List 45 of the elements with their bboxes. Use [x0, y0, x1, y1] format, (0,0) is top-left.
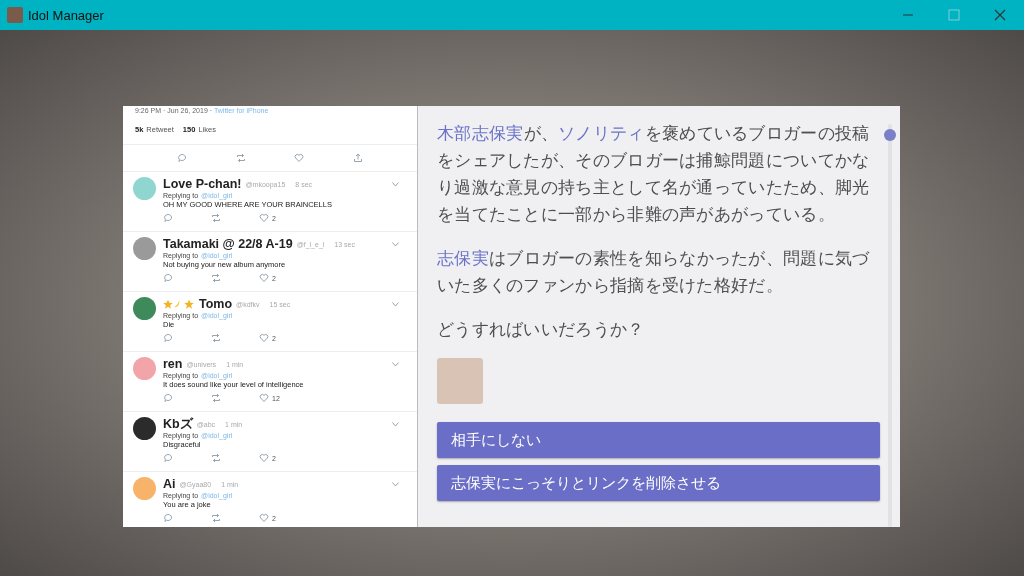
user-name: Love P-chan!	[163, 177, 242, 191]
story-paragraph: 志保実はブロガーの素性を知らなかったが、問題に気づいた多くのファンから指摘を受けた格好だ。	[437, 248, 871, 297]
reply-icon[interactable]	[163, 213, 173, 223]
user-name: Ai	[163, 477, 176, 491]
chevron-icon[interactable]	[392, 361, 399, 367]
like-icon[interactable]	[259, 213, 269, 223]
app-icon	[7, 7, 23, 23]
reply-icon[interactable]	[177, 153, 188, 163]
chevron-icon[interactable]	[392, 181, 399, 187]
story-paragraph: 木部志保実が、ソノリティ を褒めているブロガーの投稿をシェアしたが、そのブロガーは捕鯨問題についてかなり過激な意見の持ち主として名が通っていたため、脚光を当てたことに一部から非難の声があがっている。	[437, 123, 871, 226]
retweet-icon[interactable]	[211, 513, 221, 523]
reply-icon[interactable]	[163, 333, 173, 343]
like-icon[interactable]	[259, 333, 269, 343]
share-icon[interactable]	[352, 153, 363, 163]
window-title: Idol Manager	[28, 7, 104, 23]
user-name: Takamaki @ 22/8 A-19	[163, 237, 293, 251]
story-paragraph: どうすればいいだろうか？	[437, 319, 646, 341]
reply-icon[interactable]	[163, 513, 173, 523]
choice-button[interactable]: 相手にしない	[437, 422, 880, 458]
scroll-handle[interactable]	[884, 129, 896, 141]
user-name: Tomo	[199, 297, 233, 311]
chevron-icon[interactable]	[392, 241, 399, 247]
retweet-icon[interactable]	[211, 453, 221, 463]
chevron-icon[interactable]	[392, 481, 399, 487]
chevron-icon[interactable]	[392, 301, 399, 307]
character-portrait	[437, 358, 483, 404]
reply-icon[interactable]	[163, 453, 173, 463]
retweet-icon[interactable]	[211, 273, 221, 283]
like-icon[interactable]	[259, 393, 269, 403]
user-name: ren	[163, 357, 183, 371]
reply-icon[interactable]	[163, 273, 173, 283]
like-icon[interactable]	[259, 273, 269, 283]
reply-icon[interactable]	[163, 393, 173, 403]
retweet-icon[interactable]	[235, 153, 246, 163]
retweet-icon[interactable]	[211, 393, 221, 403]
close-icon[interactable]	[994, 9, 1006, 21]
like-icon[interactable]	[259, 513, 269, 523]
chevron-icon[interactable]	[392, 421, 399, 427]
user-name: Kbズ	[163, 417, 193, 431]
retweet-icon[interactable]	[211, 213, 221, 223]
maximize-icon[interactable]	[948, 9, 960, 21]
like-icon[interactable]	[259, 453, 269, 463]
like-icon[interactable]	[294, 153, 305, 163]
retweet-icon[interactable]	[211, 333, 221, 343]
choice-button[interactable]: 志保実にこっそりとリンクを削除させる	[437, 465, 880, 501]
